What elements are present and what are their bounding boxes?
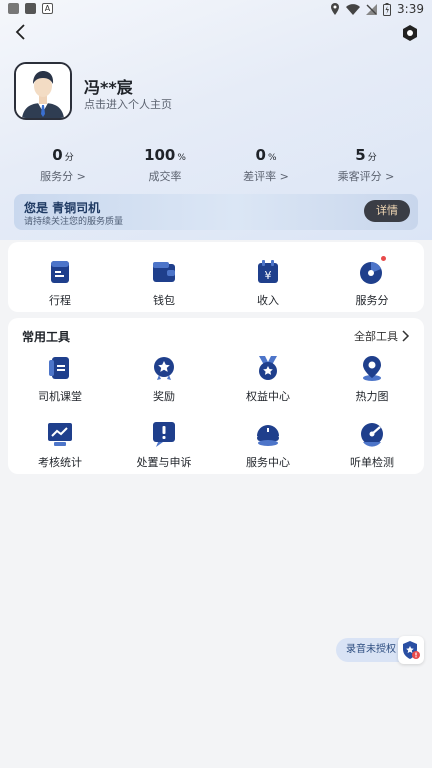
tool-driver-class[interactable]: 司机课堂 xyxy=(8,354,112,404)
stat-passenger-rating[interactable]: 5分 乘客评分 > xyxy=(316,146,416,184)
details-button[interactable]: 详情 xyxy=(364,200,410,222)
stat-label: 差评率 > xyxy=(243,170,289,183)
tool-label: 听单检测 xyxy=(350,456,394,469)
stats-row: 0分 服务分 > 100% 成交率 0% 差评率 > 5分 乘客评分 > xyxy=(0,146,432,186)
wallet-icon xyxy=(150,258,178,286)
tool-label: 司机课堂 xyxy=(38,390,82,403)
tool-label: 权益中心 xyxy=(246,390,290,403)
settings-button[interactable] xyxy=(400,23,420,43)
stat-unit: 分 xyxy=(64,153,74,163)
quick-action-service-score[interactable]: 服务分 xyxy=(320,256,424,308)
back-button[interactable] xyxy=(12,22,32,42)
location-icon xyxy=(331,3,340,15)
shield-warning-icon xyxy=(403,641,420,659)
tool-reward[interactable]: 奖励 xyxy=(112,354,216,404)
chevron-left-icon xyxy=(15,24,25,40)
driver-name: 冯**宸 xyxy=(84,78,133,97)
income-icon: ¥ xyxy=(254,258,282,286)
tools-title: 常用工具 xyxy=(22,330,71,344)
avatar[interactable] xyxy=(14,62,72,120)
profile-link[interactable]: 点击进入个人主页 xyxy=(84,96,172,112)
quick-action-label: 服务分 xyxy=(355,294,389,307)
order-detect-icon xyxy=(358,420,386,448)
photo-notification-icon xyxy=(8,3,19,14)
stat-label: 成交率 xyxy=(148,170,182,183)
tool-label: 热力图 xyxy=(355,390,389,403)
stat-unit: 分 xyxy=(367,153,377,163)
stat-label: 服务分 > xyxy=(40,170,86,183)
stat-label: 乘客评分 > xyxy=(337,170,395,183)
service-score-icon xyxy=(358,256,386,286)
tool-label: 考核统计 xyxy=(38,456,82,469)
stat-unit: % xyxy=(267,153,277,163)
chevron-right-icon xyxy=(402,330,410,342)
quick-action-label: 钱包 xyxy=(153,294,175,307)
driver-level-banner: 您是 青铜司机 请持续关注您的服务质量 详情 xyxy=(14,194,418,230)
tool-benefits-center[interactable]: 权益中心 xyxy=(216,354,320,404)
benefits-icon xyxy=(254,354,282,382)
tool-heatmap[interactable]: 热力图 xyxy=(320,354,424,404)
tools-card: 常用工具 全部工具 司机课堂 奖励 权益中心 热力图 考核统计 处置与申诉 服务… xyxy=(8,318,424,474)
quick-actions-card: 行程 钱包 ¥ 收入 服务分 xyxy=(8,242,424,312)
tool-order-detection[interactable]: 听单检测 xyxy=(320,420,424,470)
settings-icon xyxy=(403,25,417,41)
battery-icon xyxy=(383,2,392,16)
quick-action-label: 收入 xyxy=(257,294,279,307)
quick-action-wallet[interactable]: 钱包 xyxy=(112,258,216,308)
banner-subtitle: 请持续关注您的服务质量 xyxy=(24,217,124,227)
assessment-icon xyxy=(46,420,74,448)
status-time: 3:39 xyxy=(397,2,424,16)
avatar-image xyxy=(16,64,70,118)
stat-value: 0 xyxy=(52,146,63,164)
quick-action-label: 行程 xyxy=(49,294,71,307)
status-bar: A 3:39 xyxy=(0,0,432,18)
quick-action-income[interactable]: ¥ 收入 xyxy=(216,258,320,308)
tool-label: 奖励 xyxy=(153,390,175,403)
all-tools-link[interactable]: 全部工具 xyxy=(354,328,410,344)
recording-shield-button[interactable] xyxy=(398,636,424,664)
stat-unit: % xyxy=(177,153,186,163)
text-notification-icon: A xyxy=(42,3,53,14)
app-notification-icon xyxy=(25,3,36,14)
quick-action-itinerary[interactable]: 行程 xyxy=(8,258,112,308)
tool-label: 处置与申诉 xyxy=(136,456,192,469)
stat-completion-rate: 100% 成交率 xyxy=(115,146,215,184)
tool-appeal[interactable]: 处置与申诉 xyxy=(112,420,216,470)
stat-bad-review-rate[interactable]: 0% 差评率 > xyxy=(216,146,316,184)
stat-value: 100 xyxy=(144,146,176,164)
service-center-icon xyxy=(254,420,282,448)
driver-class-icon xyxy=(46,354,74,382)
notification-badge xyxy=(381,256,386,261)
tool-service-center[interactable]: 服务中心 xyxy=(216,420,320,470)
svg-text:¥: ¥ xyxy=(265,269,272,282)
heatmap-icon xyxy=(358,354,386,382)
reward-icon xyxy=(150,354,178,382)
appeal-icon xyxy=(150,420,178,448)
stat-value: 0 xyxy=(255,146,266,164)
all-tools-label: 全部工具 xyxy=(354,330,398,343)
wifi-icon xyxy=(346,3,361,15)
tool-label: 服务中心 xyxy=(246,456,290,469)
stat-service-score[interactable]: 0分 服务分 > xyxy=(13,146,113,184)
no-signal-icon xyxy=(366,3,378,15)
stat-value: 5 xyxy=(355,146,366,164)
tool-assessment[interactable]: 考核统计 xyxy=(8,420,112,470)
itinerary-icon xyxy=(46,258,74,286)
